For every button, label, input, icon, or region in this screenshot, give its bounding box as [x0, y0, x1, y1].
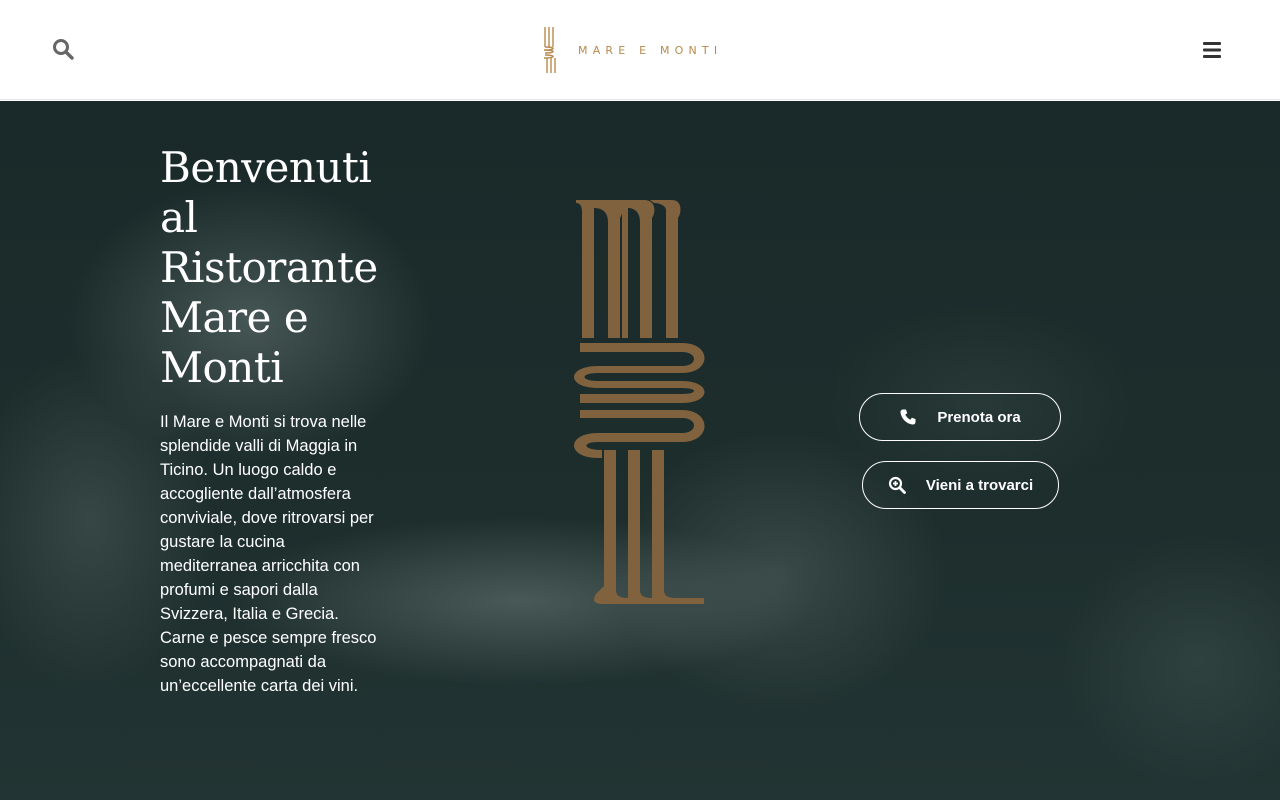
- visit-button-label: Vieni a trovarci: [925, 476, 1034, 494]
- search-button[interactable]: [52, 38, 76, 62]
- site-header: MARE E MONTI: [0, 0, 1280, 100]
- visit-button[interactable]: Vieni a trovarci: [862, 461, 1059, 509]
- logo-mark-large-icon: [574, 200, 705, 604]
- brand-name: MARE E MONTI: [578, 43, 723, 57]
- menu-button[interactable]: [1202, 40, 1222, 60]
- search-icon: [53, 39, 74, 60]
- hero-section: Benvenuti al Ristorante Mare e Monti Il …: [0, 101, 1280, 800]
- hero-description: Il Mare e Monti si trova nelle splendide…: [160, 413, 377, 695]
- reserve-button-label: Prenota ora: [937, 408, 1021, 426]
- brand-logo[interactable]: MARE E MONTI: [542, 25, 742, 75]
- search-plus-icon: [888, 476, 906, 494]
- hamburger-menu-icon: [1203, 42, 1221, 58]
- phone-icon: [899, 408, 917, 426]
- hero-title: Benvenuti al Ristorante Mare e Monti: [160, 143, 378, 392]
- logo-mark-icon: [543, 27, 556, 73]
- reserve-button[interactable]: Prenota ora: [859, 393, 1061, 441]
